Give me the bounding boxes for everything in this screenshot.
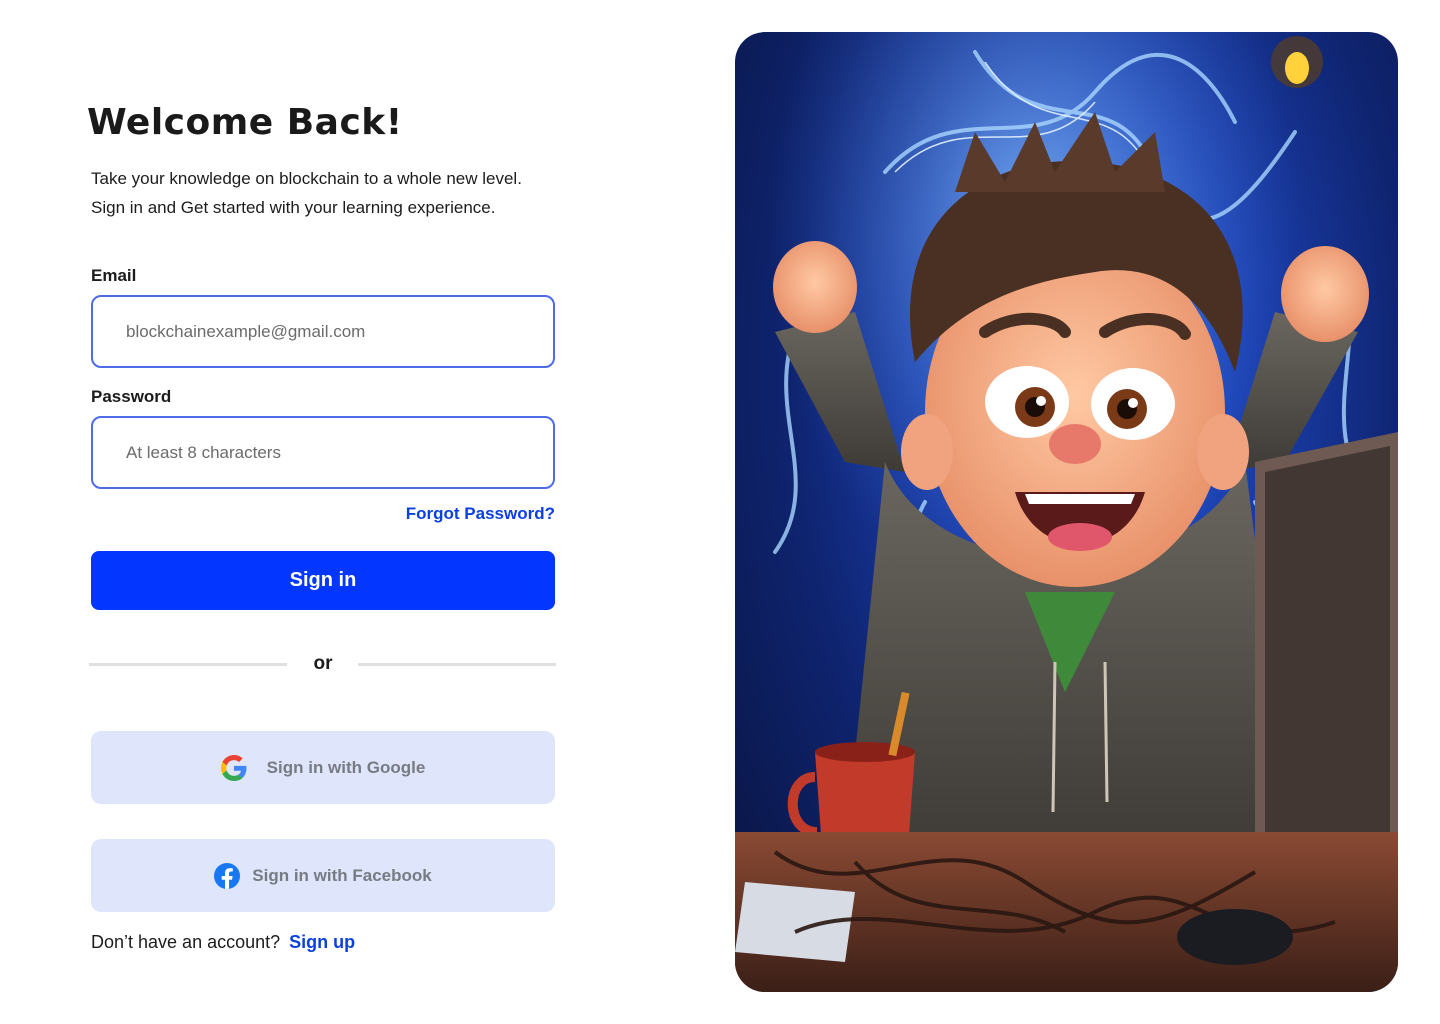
google-logo-icon <box>220 754 247 781</box>
subtitle: Take your knowledge on blockchain to a w… <box>91 164 571 222</box>
signup-prompt: Don’t have an account? Sign up <box>91 932 355 953</box>
forgot-password-link[interactable]: Forgot Password? <box>380 504 555 524</box>
password-label: Password <box>91 387 172 406</box>
facebook-sign-in-button[interactable]: Sign in with Facebook <box>91 839 555 912</box>
sign-in-button[interactable]: Sign in <box>91 551 555 610</box>
divider-line-right <box>358 663 556 666</box>
facebook-logo-icon <box>214 862 241 889</box>
hero-illustration-art <box>735 32 1398 992</box>
no-account-text: Don’t have an account? <box>91 932 281 952</box>
login-panel: Welcome Back! Take your knowledge on blo… <box>0 0 700 1024</box>
hero-illustration <box>735 32 1398 992</box>
divider-text: or <box>313 653 333 674</box>
email-label: Email <box>91 266 137 285</box>
divider-line-left <box>89 663 287 666</box>
subtitle-line-2: Sign in and Get started with your learni… <box>91 198 496 217</box>
sign-up-link[interactable]: Sign up <box>289 932 355 952</box>
google-button-label: Sign in with Google <box>266 757 426 777</box>
google-sign-in-button[interactable]: Sign in with Google <box>91 731 555 804</box>
subtitle-line-1: Take your knowledge on blockchain to a w… <box>91 169 522 188</box>
password-field[interactable] <box>91 416 555 489</box>
page-title: Welcome Back! <box>87 102 403 143</box>
email-field[interactable] <box>91 295 555 368</box>
facebook-button-label: Sign in with Facebook <box>252 865 432 885</box>
